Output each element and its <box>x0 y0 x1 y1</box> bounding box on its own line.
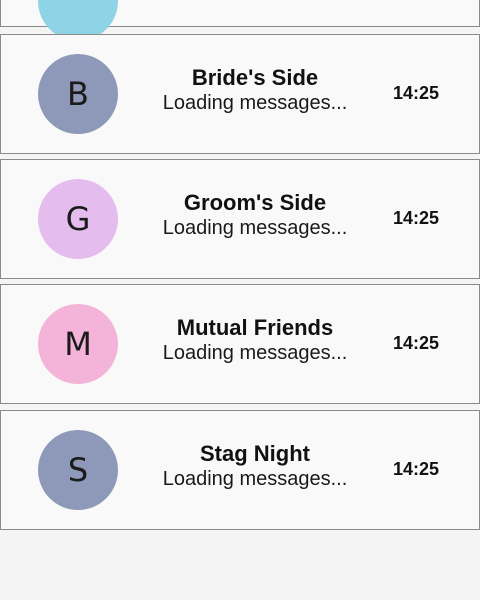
chat-name: Groom's Side <box>183 190 327 215</box>
chat-name: Mutual Friends <box>176 315 334 340</box>
chat-time: 14:25 <box>393 333 440 353</box>
avatar-initial: S <box>67 451 89 489</box>
chat-time: 14:25 <box>393 83 440 103</box>
avatar-initial: B <box>67 75 89 113</box>
chat-time: 14:25 <box>393 459 440 479</box>
chat-text: Groom's Side Loading messages... <box>141 190 369 240</box>
chat-list-item[interactable]: B Bride's Side Loading messages... 14:25 <box>0 34 480 154</box>
chat-list-item-partial[interactable] <box>0 0 480 41</box>
chat-preview: Loading messages... <box>162 468 348 490</box>
chat-text: Stag Night Loading messages... <box>141 441 369 491</box>
chat-text: Bride's Side Loading messages... <box>141 65 369 115</box>
chat-preview: Loading messages... <box>162 217 348 239</box>
avatar: B <box>38 54 118 134</box>
chat-name: Bride's Side <box>191 65 319 90</box>
avatar-initial: M <box>64 325 92 363</box>
avatar: M <box>38 304 118 384</box>
chat-text: Mutual Friends Loading messages... <box>141 315 369 365</box>
avatar-initial: G <box>65 200 91 238</box>
chat-preview: Loading messages... <box>162 342 348 364</box>
chat-name: Stag Night <box>200 441 310 466</box>
avatar: S <box>38 430 118 510</box>
chat-time: 14:25 <box>393 208 440 228</box>
chat-list-item[interactable]: S Stag Night Loading messages... 14:25 <box>0 410 480 530</box>
chat-preview: Loading messages... <box>162 92 348 114</box>
chat-list-item[interactable]: G Groom's Side Loading messages... 14:25 <box>0 159 480 279</box>
avatar: G <box>38 179 118 259</box>
chat-list-item[interactable]: M Mutual Friends Loading messages... 14:… <box>0 284 480 404</box>
